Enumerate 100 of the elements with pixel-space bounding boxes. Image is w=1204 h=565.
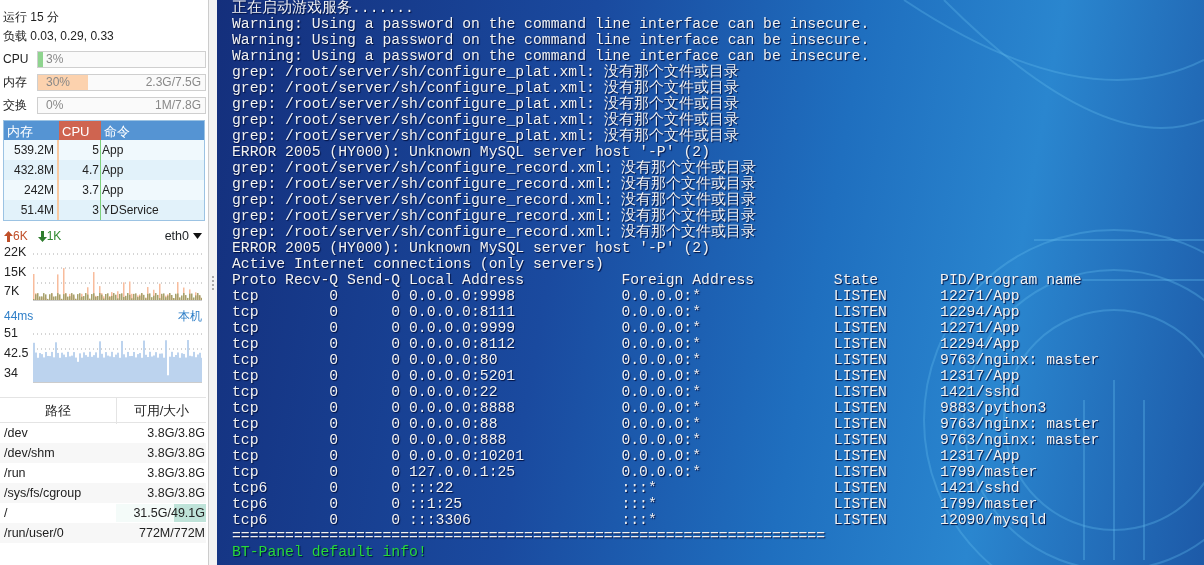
table-cell-text: 0 — [328, 320, 339, 336]
table-cell-text: 0 — [390, 416, 402, 432]
terminal-line: 正在启动游戏服务....... — [232, 0, 415, 16]
column-header: State — [833, 272, 880, 288]
table-cell-text: 0 — [328, 496, 339, 512]
table-cell-text: 0.0.0.0:8888 — [409, 400, 517, 416]
table-cell-text: 12317/App — [940, 448, 1021, 464]
table-cell: 772M/772M — [139, 526, 205, 540]
table-cell-text: 0 — [390, 336, 402, 352]
terminal-line: grep: /root/server/sh/configure_plat.xml: 没有那个文件或目录 — [232, 112, 740, 128]
table-cell-text: 0.0.0.0:* — [621, 288, 703, 304]
table-cell-text: 0 — [328, 400, 339, 416]
meter-percent: 30% — [46, 74, 71, 91]
terminal-line: grep: /root/server/sh/configure_record.xml: 没有那个文件或目录 — [232, 192, 758, 208]
table-cell-text: LISTEN — [833, 432, 888, 448]
table-cell-text: 0 — [390, 320, 402, 336]
table-cell-text: LISTEN — [833, 304, 888, 320]
interface-dropdown[interactable]: eth0 — [164, 226, 202, 246]
column-header: Proto — [232, 272, 278, 288]
table-cell-text: 0 — [328, 416, 339, 432]
table-cell-text: tcp6 — [232, 480, 269, 496]
table-cell-text: 0 — [328, 448, 339, 464]
table-cell-text: LISTEN — [833, 384, 888, 400]
host-label[interactable]: 本机 — [178, 307, 202, 325]
table-cell-text: 9763/nginx: master — [940, 416, 1101, 432]
table-cell-text: tcp — [232, 400, 260, 416]
table-cell-text: /dev — [3, 425, 29, 442]
terminal-line: Warning: Using a password on the command line interface can be insecure. — [232, 48, 871, 64]
axis-label: 51 — [4, 324, 19, 342]
table-cell-text: tcp — [232, 368, 260, 384]
column-header[interactable]: CPU — [59, 121, 101, 140]
meter-percent: 0% — [46, 97, 64, 114]
table-cell-text: tcp — [232, 352, 260, 368]
terminal-line: Warning: Using a password on the command line interface can be insecure. — [232, 32, 871, 48]
status-message: BT-Panel default info! — [232, 544, 428, 560]
table-cell-text: /sys/fs/cgroup — [3, 485, 83, 502]
table-cell-text: LISTEN — [833, 480, 888, 496]
terminal-line: ERROR 2005 (HY000): Unknown MySQL server host '-P' (2) — [232, 240, 711, 256]
meter-label: 内存 — [3, 74, 28, 91]
column-header: Send-Q — [346, 272, 402, 288]
table-cell-text: 12294/App — [940, 336, 1021, 352]
axis-label: 34 — [4, 364, 19, 382]
table-cell-text: App — [101, 142, 125, 159]
table-cell-text: 0.0.0.0:9998 — [409, 288, 517, 304]
table-cell-text: LISTEN — [833, 352, 888, 368]
table-cell-text: LISTEN — [833, 400, 888, 416]
table-cell-text: 1799/master — [940, 496, 1039, 512]
axis-label: 7K — [4, 282, 21, 300]
table-cell-text: 0 — [390, 352, 402, 368]
table-cell-text: 12271/App — [940, 320, 1021, 336]
table-cell-text: tcp — [232, 304, 260, 320]
table-cell-text: 0 — [390, 480, 402, 496]
table-cell-text: tcp — [232, 432, 260, 448]
table-cell-text: 0.0.0.0:5201 — [409, 368, 517, 384]
table-cell: 3.8G/3.8G — [147, 446, 205, 460]
table-cell: 3 — [59, 200, 101, 220]
table-cell-text: 0.0.0.0:* — [621, 400, 703, 416]
table-cell: 31.5G/49.1G — [133, 506, 205, 520]
table-cell-text: 0 — [328, 480, 339, 496]
table-cell-text: LISTEN — [833, 496, 888, 512]
table-cell-text: 0 — [390, 512, 402, 528]
table-cell-text: /run/user/0 — [3, 525, 65, 542]
terminal-panel[interactable] — [217, 0, 1204, 565]
terminal-line: grep: /root/server/sh/configure_record.xml: 没有那个文件或目录 — [232, 160, 758, 176]
axis-label: 42.5 — [4, 344, 30, 362]
axis-label: 22K — [4, 244, 28, 262]
column-header: Recv-Q — [285, 272, 339, 288]
table-cell: 3.8G/3.8G — [147, 466, 205, 480]
table-cell-text: 0 — [390, 432, 402, 448]
splitter-grip-icon[interactable] — [211, 275, 215, 290]
table-cell-text: tcp — [232, 288, 260, 304]
table-cell-text: LISTEN — [833, 320, 888, 336]
terminal-line: grep: /root/server/sh/configure_plat.xml: 没有那个文件或目录 — [232, 64, 740, 80]
table-cell-text: App — [101, 162, 125, 179]
table-cell-text: 0 — [390, 400, 402, 416]
table-cell-text: 0 — [328, 512, 339, 528]
table-cell-text: 0 — [328, 464, 339, 480]
load-average-text: 负载 0.03, 0.29, 0.33 — [2, 28, 115, 45]
table-cell-text: 0 — [390, 448, 402, 464]
terminal-line: grep: /root/server/sh/configure_plat.xml: 没有那个文件或目录 — [232, 80, 740, 96]
table-cell-text: tcp — [232, 320, 260, 336]
table-cell-text: YDService — [101, 202, 160, 219]
table-cell-text: 0 — [390, 288, 402, 304]
terminal-line: grep: /root/server/sh/configure_plat.xml: 没有那个文件或目录 — [232, 96, 740, 112]
table-cell-text: 0 — [328, 304, 339, 320]
table-cell-text: :::3306 — [409, 512, 472, 528]
table-cell-text: tcp — [232, 384, 260, 400]
column-header[interactable]: 可用/大小 — [116, 398, 206, 424]
table-cell-text: 0.0.0.0:* — [621, 304, 703, 320]
table-cell-text: 0.0.0.0:888 — [409, 432, 508, 448]
column-header: Local Address — [409, 272, 526, 288]
table-cell-text: 0.0.0.0:88 — [409, 416, 499, 432]
column-header[interactable]: 路径 — [0, 398, 116, 424]
table-cell-text: LISTEN — [833, 336, 888, 352]
terminal-line: Warning: Using a password on the command line interface can be insecure. — [232, 16, 871, 32]
table-cell-text: 0 — [328, 368, 339, 384]
table-cell-text: 0 — [390, 496, 402, 512]
table-cell-text: 0 — [328, 432, 339, 448]
table-cell-text: 0.0.0.0:* — [621, 448, 703, 464]
column-header: PID/Program name — [940, 272, 1083, 288]
